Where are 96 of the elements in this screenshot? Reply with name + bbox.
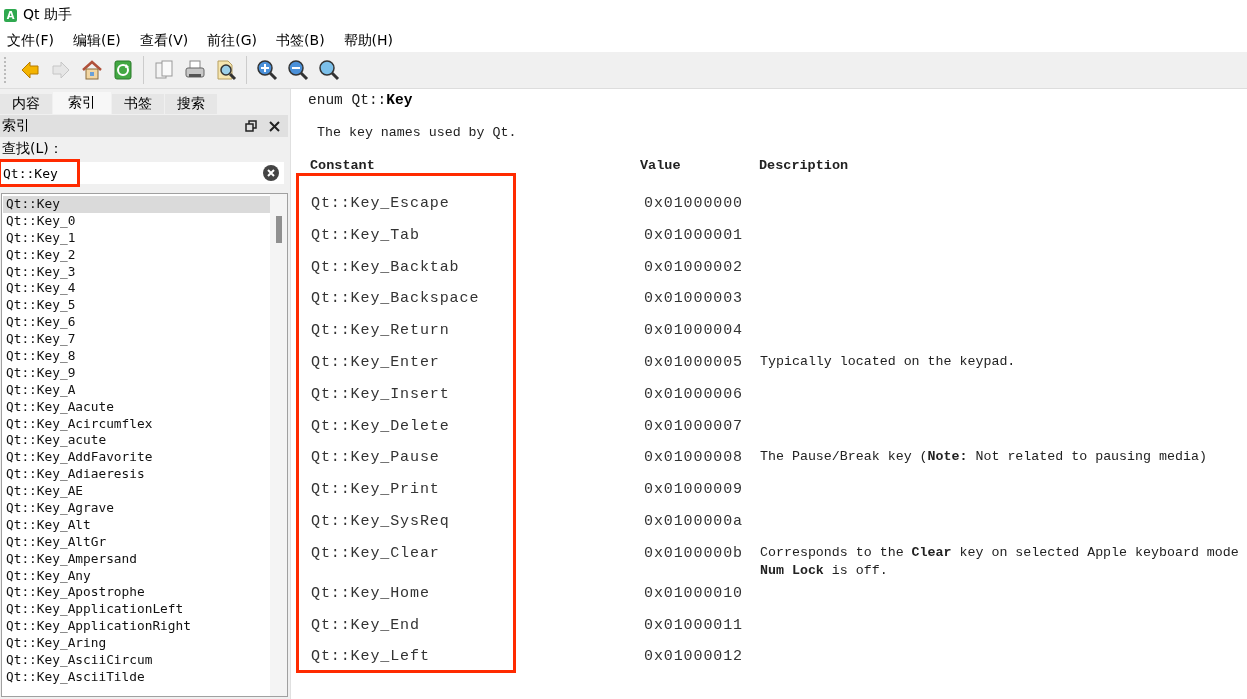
table-cell: 0x01000002 bbox=[644, 258, 743, 276]
list-item[interactable]: Qt::Key_1 bbox=[3, 229, 270, 247]
menu-item[interactable]: 查看(V) bbox=[134, 32, 194, 50]
table-cell: 0x01000009 bbox=[644, 481, 743, 499]
table-cell: 0x01000001 bbox=[644, 226, 743, 244]
table-cell: 0x01000006 bbox=[644, 385, 743, 403]
table-cell: Qt::Key_Enter bbox=[311, 354, 440, 371]
table-cell: 0x01000007 bbox=[644, 417, 743, 435]
back-arrow-icon[interactable] bbox=[19, 59, 41, 81]
scrollbar[interactable] bbox=[270, 194, 287, 696]
table-cell-text: The Pause/Break key (Note: Not related to pausing media) bbox=[760, 448, 1208, 467]
table-cell: Qt::Key_Tab bbox=[311, 226, 420, 244]
list-item[interactable]: Qt::Key_AddFavorite bbox=[3, 449, 270, 467]
tab[interactable]: 内容 bbox=[0, 94, 53, 114]
table-cell: Qt::Key_Pause bbox=[311, 449, 440, 467]
table-cell: 0x01000003 bbox=[644, 290, 743, 308]
clear-icon[interactable] bbox=[263, 165, 279, 181]
list-item[interactable]: Qt::Key_AsciiCircum bbox=[3, 652, 270, 669]
table-cell: 0x01000005 bbox=[644, 354, 743, 371]
scrollbar-thumb[interactable] bbox=[275, 216, 282, 243]
table-cell: Qt::Key_Delete bbox=[311, 417, 450, 435]
list-item[interactable]: Qt::Key_AE bbox=[3, 483, 270, 501]
list-item[interactable]: Qt::Key_AsciiTilde bbox=[3, 668, 270, 686]
list-item[interactable]: Qt::Key_acute bbox=[3, 432, 270, 450]
app-icon: A bbox=[4, 8, 17, 22]
column-header: Value bbox=[640, 158, 682, 173]
table-cell: 0x01000012 bbox=[644, 648, 743, 666]
doc-intro: The key names used by Qt. bbox=[317, 125, 518, 142]
list-item[interactable]: Qt::Key bbox=[3, 196, 270, 213]
list-item[interactable]: Qt::Key_AltGr bbox=[3, 533, 270, 551]
table-cell: 0x0100000a bbox=[644, 512, 743, 530]
list-item[interactable]: Qt::Key_Adiaeresis bbox=[3, 466, 270, 484]
table-cell: 0x01000004 bbox=[644, 322, 743, 340]
table-cell: Qt::Key_Backtab bbox=[311, 258, 460, 276]
list-item[interactable]: Qt::Key_Acircumflex bbox=[3, 415, 270, 433]
list-item[interactable]: Qt::Key_9 bbox=[3, 364, 270, 382]
table-cell: Qt::Key_SysReq bbox=[311, 512, 450, 530]
table-cell: 0x01000008 bbox=[644, 449, 743, 467]
tab[interactable]: 书签 bbox=[112, 94, 165, 114]
list-item[interactable]: Qt::Key_Aacute bbox=[3, 398, 270, 416]
list-item[interactable]: Qt::Key_Apostrophe bbox=[3, 584, 270, 602]
list-item[interactable]: Qt::Key_Alt bbox=[3, 516, 270, 534]
table-cell: Qt::Key_Backspace bbox=[311, 290, 480, 308]
house-icon[interactable] bbox=[81, 59, 103, 81]
table-cell: Qt::Key_Escape bbox=[311, 195, 450, 212]
table-cell: 0x01000000 bbox=[644, 195, 743, 212]
window-title: Qt 助手 bbox=[23, 6, 72, 24]
table-cell-text: Typically located on the keypad. bbox=[760, 353, 1017, 371]
list-item[interactable]: Qt::Key_0 bbox=[3, 212, 270, 230]
menu-item[interactable]: 文件(F) bbox=[2, 32, 59, 50]
table-cell: Qt::Key_Insert bbox=[311, 385, 450, 403]
column-header: Description bbox=[759, 158, 850, 173]
search-field[interactable]: Qt::Key bbox=[0, 162, 284, 184]
tab[interactable]: 搜索 bbox=[165, 94, 218, 114]
list-item[interactable]: Qt::Key_3 bbox=[3, 263, 270, 281]
list-item[interactable]: Qt::Key_Any bbox=[3, 567, 270, 585]
table-cell: Qt::Key_End bbox=[311, 616, 420, 634]
tab[interactable]: 索引 bbox=[53, 92, 112, 114]
find-label: 查找(L)： bbox=[1, 139, 64, 158]
list-item[interactable]: Qt::Key_Ampersand bbox=[3, 550, 270, 568]
table-cell: 0x01000010 bbox=[644, 584, 743, 602]
table-cell: Qt::Key_Clear bbox=[311, 544, 440, 562]
menu-item[interactable]: 前往(G) bbox=[202, 32, 263, 50]
list-item[interactable]: Qt::Key_4 bbox=[3, 280, 270, 298]
menu-item[interactable]: 编辑(E) bbox=[68, 32, 126, 50]
list-item[interactable]: Qt::Key_ApplicationRight bbox=[3, 618, 270, 636]
float-icon[interactable] bbox=[245, 120, 257, 132]
list-item[interactable]: Qt::Key_A bbox=[3, 381, 270, 399]
column-header: Constant bbox=[309, 158, 376, 173]
list-item[interactable]: Qt::Key_2 bbox=[3, 246, 270, 264]
document-search-icon[interactable] bbox=[215, 59, 237, 81]
menu-item[interactable]: 书签(B) bbox=[271, 32, 330, 50]
table-cell: Qt::Key_Print bbox=[311, 481, 440, 499]
zoom-out-icon[interactable] bbox=[287, 59, 309, 81]
table-cell-text: Corresponds to the Clear key on selected Apple keyboard mode bbox=[760, 543, 1240, 562]
list-item[interactable]: Qt::Key_Agrave bbox=[3, 500, 270, 517]
table-cell: 0x0100000b bbox=[644, 544, 743, 562]
close-icon[interactable] bbox=[269, 120, 280, 132]
list-item[interactable]: Qt::Key_ApplicationLeft bbox=[3, 601, 270, 619]
printer-icon[interactable] bbox=[184, 59, 206, 81]
magnifier-icon[interactable] bbox=[318, 59, 340, 81]
table-cell: 0x01000011 bbox=[644, 616, 743, 634]
refresh-icon[interactable] bbox=[112, 59, 134, 81]
dock-title: 索引 bbox=[2, 117, 30, 135]
table-cell: Qt::Key_Left bbox=[311, 648, 430, 666]
table-cell: Qt::Key_Return bbox=[311, 322, 450, 340]
list-item[interactable]: Qt::Key_6 bbox=[3, 314, 270, 332]
table-cell-text: Num Lock is off. bbox=[760, 561, 889, 580]
menu-item[interactable]: 帮助(H) bbox=[338, 32, 399, 50]
list-item[interactable]: Qt::Key_8 bbox=[3, 348, 270, 365]
doc-heading: enum Qt::Key bbox=[308, 92, 414, 110]
list-item[interactable]: Qt::Key_Aring bbox=[3, 635, 270, 653]
zoom-in-icon[interactable] bbox=[256, 59, 278, 81]
list-item[interactable]: Qt::Key_5 bbox=[3, 297, 270, 315]
table-cell: Qt::Key_Home bbox=[311, 584, 430, 602]
list-item[interactable]: Qt::Key_7 bbox=[3, 331, 270, 348]
